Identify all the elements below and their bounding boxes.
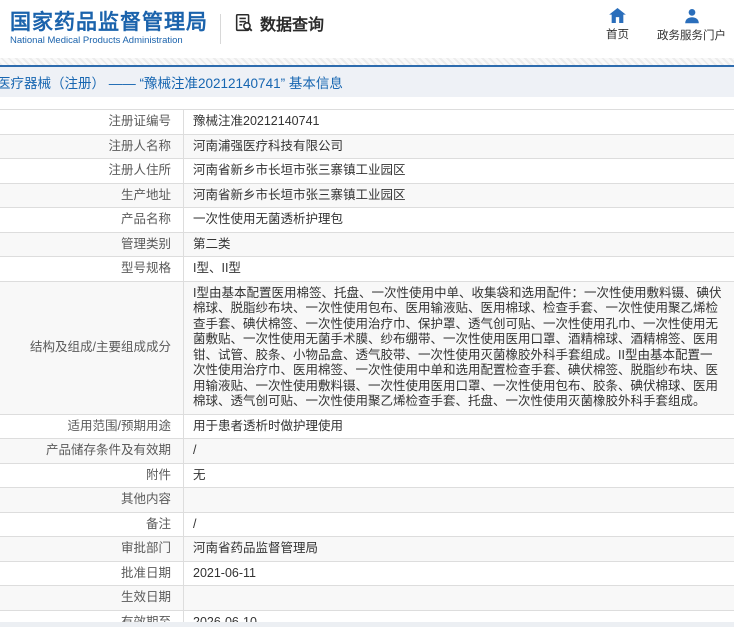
home-icon	[609, 8, 626, 23]
table-row: 产品储存条件及有效期 /	[0, 438, 734, 463]
footer-strip	[0, 622, 734, 627]
row-value: I型由基本配置医用棉签、托盘、一次性使用中单、收集袋和选用配件：一次性使用敷料镊…	[183, 281, 734, 414]
row-value: 一次性使用无菌透析护理包	[183, 207, 734, 232]
row-value: 第二类	[183, 232, 734, 257]
row-label: 备注	[145, 516, 171, 531]
row-label: 生产地址	[120, 187, 171, 202]
row-value: 2021-06-11	[183, 561, 734, 586]
header: 国家药品监督管理局 National Medical Products Admi…	[0, 0, 734, 58]
row-value: /	[183, 438, 734, 463]
row-label: 型号规格	[120, 261, 171, 275]
nav-item-label: 首页	[606, 29, 629, 41]
table-row: 批准日期 2021-06-11	[0, 561, 734, 586]
nav-item-home[interactable]: 首页	[606, 8, 629, 43]
table-row: 注册证编号 豫械注准20212140741	[0, 109, 734, 134]
row-value: /	[183, 512, 734, 537]
header-divider	[220, 14, 221, 44]
row-value: 河南省新乡市长垣市张三寨镇工业园区	[183, 183, 734, 208]
breadcrumb: 医疗器械（注册） —— “豫械注准20212140741” 基本信息	[0, 76, 343, 91]
row-value: I型、II型	[183, 256, 734, 281]
row-value: 豫械注准20212140741	[183, 109, 734, 134]
nav-item-label: 政务服务门户	[657, 30, 726, 42]
registration-info-table: 注册证编号 豫械注准20212140741 注册人名称 河南浦强医疗科技有限公司 注册人…	[0, 109, 734, 627]
page: 国家药品监督管理局 National Medical Products Admi…	[0, 0, 734, 627]
row-label: 适用范围/预期用途	[67, 418, 171, 433]
table-row: 管理类别 第二类	[0, 232, 734, 257]
table-row: 适用范围/预期用途 用于患者透析时做护理使用	[0, 414, 734, 439]
user-icon	[684, 8, 700, 24]
table-row: 型号规格 I型、II型	[0, 256, 734, 281]
row-label: 审批部门	[120, 541, 171, 555]
row-value	[183, 585, 734, 610]
row-label: 结构及组成/主要组成成分	[30, 339, 171, 354]
table-row: 注册人住所 河南省新乡市长垣市张三寨镇工业园区	[0, 158, 734, 183]
table-row: 产品名称 一次性使用无菌透析护理包	[0, 207, 734, 232]
row-value: 河南省药品监督管理局	[183, 536, 734, 561]
data-query-section[interactable]: 数据查询	[233, 11, 324, 35]
row-value: 无	[183, 463, 734, 488]
table-row: 其他内容	[0, 487, 734, 512]
row-label: 产品储存条件及有效期	[45, 443, 171, 457]
data-query-label: 数据查询	[260, 17, 325, 34]
row-label: 附件	[145, 467, 171, 482]
logo-subtitle: National Medical Products Administration	[10, 35, 183, 47]
row-label: 管理类别	[120, 236, 171, 251]
row-value	[183, 487, 734, 512]
row-label: 批准日期	[120, 565, 171, 580]
nav-item-gov-portal[interactable]: 政务服务门户	[657, 8, 726, 43]
row-label: 生效日期	[120, 590, 171, 604]
row-label: 产品名称	[120, 212, 171, 226]
header-nav: 首页 政务服务门户	[606, 8, 726, 43]
nmpa-logo[interactable]: 国家药品监督管理局 National Medical Products Admi…	[10, 11, 208, 47]
stripe-band	[0, 58, 734, 65]
table-row: 审批部门 河南省药品监督管理局	[0, 536, 734, 561]
table-row: 结构及组成/主要组成成分 I型由基本配置医用棉签、托盘、一次性使用中单、收集袋和选…	[0, 281, 734, 414]
breadcrumb-bar: 医疗器械（注册） —— “豫械注准20212140741” 基本信息	[0, 67, 734, 97]
row-label: 注册人住所	[108, 163, 171, 177]
row-value: 河南浦强医疗科技有限公司	[183, 134, 734, 159]
table-row: 附件无	[0, 463, 734, 488]
table-row: 生产地址 河南省新乡市长垣市张三寨镇工业园区	[0, 183, 734, 208]
table-row: 注册人名称 河南浦强医疗科技有限公司	[0, 134, 734, 159]
row-value: 用于患者透析时做护理使用	[183, 414, 734, 439]
row-value: 河南省新乡市长垣市张三寨镇工业园区	[183, 158, 734, 183]
table-row: 备注 /	[0, 512, 734, 537]
row-label: 注册人名称	[108, 138, 171, 153]
document-search-icon	[233, 12, 255, 34]
row-label: 注册证编号	[108, 114, 171, 128]
table-row: 生效日期	[0, 585, 734, 610]
row-label: 其他内容	[120, 492, 171, 506]
logo-title: 国家药品监督管理局	[10, 11, 208, 35]
